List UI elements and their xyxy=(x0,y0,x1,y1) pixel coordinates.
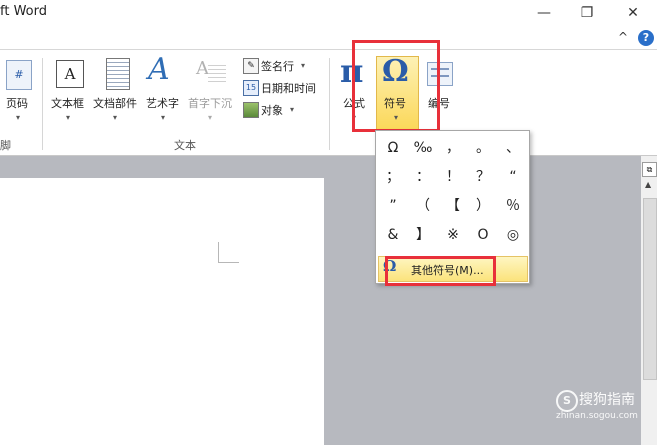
symbol-cell[interactable]: ※ xyxy=(438,221,468,250)
symbol-cell[interactable]: ％ xyxy=(498,192,528,221)
symbol-cell[interactable]: ” xyxy=(378,192,408,221)
group-separator xyxy=(42,58,43,150)
symbol-cell[interactable]: ‰ xyxy=(408,134,438,163)
symbol-cell[interactable]: 。 xyxy=(468,134,498,163)
symbol-cell[interactable]: “ xyxy=(498,163,528,192)
ribbon-collapse-icon[interactable]: ^ xyxy=(618,30,628,44)
symbol-cell[interactable]: 【 xyxy=(438,192,468,221)
page-number-dropdown-icon[interactable]: ▾ xyxy=(16,113,20,122)
symbol-cell[interactable]: （ xyxy=(408,192,438,221)
quickparts-dropdown-icon[interactable]: ▾ xyxy=(113,113,117,122)
minimize-button[interactable]: — xyxy=(533,3,555,23)
textbox-dropdown-icon[interactable]: ▾ xyxy=(66,113,70,122)
signature-dropdown-icon[interactable]: ▾ xyxy=(301,61,305,70)
symbol-cell[interactable]: 】 xyxy=(408,221,438,250)
scrollbar-thumb[interactable] xyxy=(643,198,657,380)
title-bar xyxy=(0,0,657,28)
symbol-cell[interactable]: ！ xyxy=(438,163,468,192)
dropcap-dropdown-icon[interactable]: ▾ xyxy=(208,113,212,122)
symbol-grid: Ω ‰ ， 。 、 ； ： ！ ？ “ ” （ 【 ） ％ & 】 ※ O ◎ xyxy=(378,134,528,254)
dropcap-icon: A xyxy=(196,58,226,88)
page-number-icon: # xyxy=(6,60,32,90)
scroll-up-icon[interactable]: ▲ xyxy=(645,180,651,189)
text-group-label: 文本 xyxy=(174,139,196,152)
app-title: ft Word xyxy=(0,4,47,19)
symbol-cell[interactable]: ， xyxy=(438,134,468,163)
signature-label[interactable]: 签名行 xyxy=(261,58,294,74)
symbol-cell[interactable]: ： xyxy=(408,163,438,192)
datetime-label[interactable]: 日期和时间 xyxy=(261,80,316,96)
ruler-toggle-icon[interactable]: ⧉ xyxy=(642,162,657,177)
page-number-label[interactable]: 页码 xyxy=(6,95,28,111)
quickparts-label[interactable]: 文档部件 xyxy=(93,95,137,111)
symbol-highlight-box xyxy=(352,40,440,132)
symbol-cell[interactable]: Ω xyxy=(378,134,408,163)
quickparts-icon xyxy=(106,58,130,90)
textbox-label[interactable]: 文本框 xyxy=(51,95,84,111)
document-page[interactable] xyxy=(0,178,324,445)
symbol-cell[interactable]: ◎ xyxy=(498,221,528,250)
datetime-icon: 15 xyxy=(243,80,259,96)
margin-mark xyxy=(218,262,239,263)
symbol-cell[interactable]: ； xyxy=(378,163,408,192)
wordart-icon: A xyxy=(148,52,170,87)
symbol-cell[interactable]: & xyxy=(378,221,408,250)
help-icon[interactable]: ? xyxy=(638,30,654,46)
sogou-logo-icon: S xyxy=(556,390,578,412)
group-separator xyxy=(329,58,330,150)
more-symbols-highlight-box xyxy=(385,256,496,286)
symbol-cell[interactable]: O xyxy=(468,221,498,250)
object-label[interactable]: 对象 xyxy=(261,102,283,118)
object-icon xyxy=(243,102,259,118)
symbol-cell[interactable]: ） xyxy=(468,192,498,221)
margin-mark xyxy=(218,242,219,263)
close-button[interactable]: ✕ xyxy=(622,3,644,23)
header-footer-group-label: 脚 xyxy=(0,139,11,152)
watermark-brand: 搜狗指南 xyxy=(579,392,635,408)
restore-button[interactable]: ❐ xyxy=(576,3,598,23)
symbol-cell[interactable]: 、 xyxy=(498,134,528,163)
signature-icon: ✎ xyxy=(243,58,259,74)
watermark-url: zhinan.sogou.com xyxy=(556,411,638,421)
wordart-label[interactable]: 艺术字 xyxy=(146,95,179,111)
dropcap-label[interactable]: 首字下沉 xyxy=(188,95,232,111)
symbol-cell[interactable]: ？ xyxy=(468,163,498,192)
object-dropdown-icon[interactable]: ▾ xyxy=(290,105,294,114)
wordart-dropdown-icon[interactable]: ▾ xyxy=(161,113,165,122)
textbox-icon: A xyxy=(56,60,84,88)
